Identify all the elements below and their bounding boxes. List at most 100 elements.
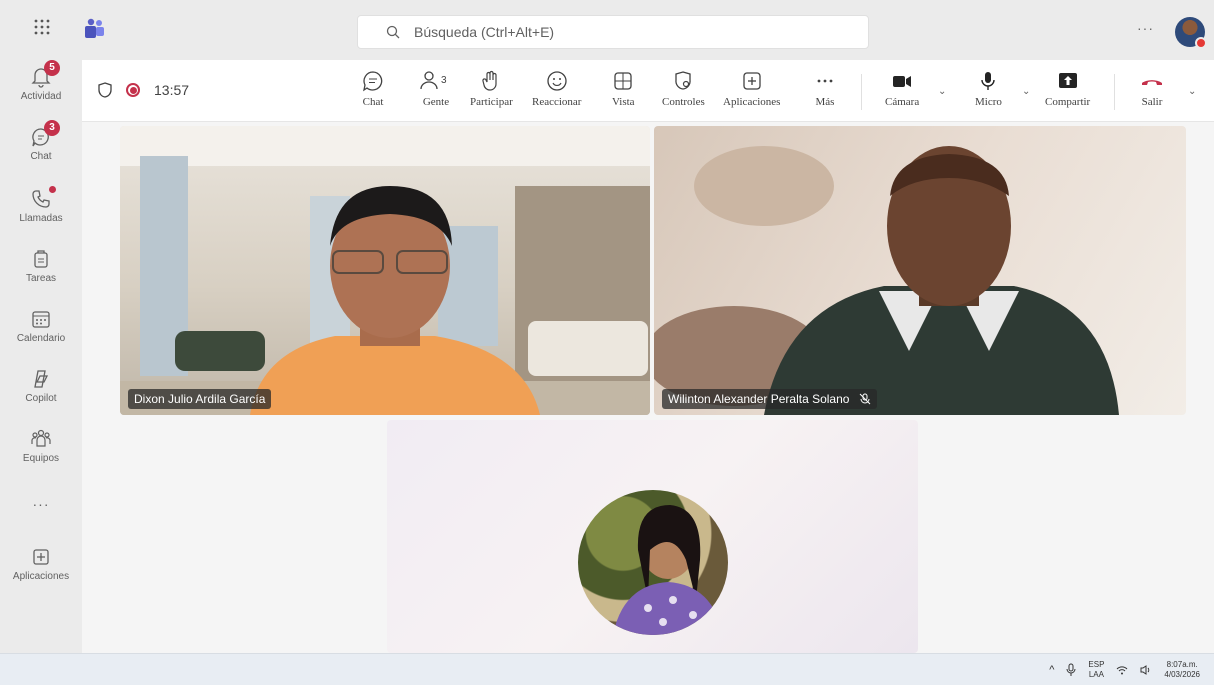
search-placeholder: Búsqueda (Ctrl+Alt+E): [414, 24, 555, 40]
rail-label: Chat: [30, 151, 52, 162]
calls-notification-dot: [49, 186, 56, 193]
participant-video-2: [654, 146, 1119, 415]
rail-item-activity[interactable]: 5 Actividad: [0, 60, 82, 102]
people-count: 3: [441, 75, 447, 86]
mic-button[interactable]: Micro: [975, 70, 1002, 108]
camera-button[interactable]: Cámara: [885, 70, 919, 108]
participant-name: Dixon Julio Ardila García: [134, 392, 266, 406]
app-launcher-icon[interactable]: [30, 18, 54, 42]
settings-more-button[interactable]: ···: [1137, 20, 1154, 36]
os-taskbar: ^ ESP LAA 8:07a.m. 4/03/2026: [0, 653, 1214, 685]
meeting-status: 13:57: [98, 82, 189, 98]
share-label: Compartir: [1045, 96, 1091, 108]
phone-icon: [30, 186, 56, 210]
wifi-icon[interactable]: [1116, 665, 1128, 675]
chat-label: Chat: [362, 96, 384, 108]
people-button[interactable]: 3 Gente: [419, 70, 453, 108]
rail-item-teams[interactable]: Equipos: [0, 428, 82, 464]
rail-label: Tareas: [25, 273, 56, 284]
toolbar-divider: [1114, 74, 1115, 110]
rail-item-calls[interactable]: Llamadas: [0, 186, 82, 224]
rail-label: Llamadas: [19, 213, 63, 224]
rail-label: Equipos: [22, 453, 60, 464]
smiley-icon: [532, 70, 581, 92]
rail-label: Actividad: [20, 91, 62, 102]
participant-video-1: [120, 126, 650, 415]
clock-time: 8:07a.m.: [1166, 660, 1198, 669]
video-tile-1[interactable]: Dixon Julio Ardila García: [120, 126, 650, 415]
clock-date: 4/03/2026: [1164, 670, 1200, 679]
volume-icon[interactable]: [1140, 665, 1152, 675]
mic-label: Micro: [975, 96, 1002, 108]
rail-item-tasks[interactable]: Tareas: [0, 248, 82, 284]
apps-button[interactable]: Aplicaciones: [723, 70, 780, 108]
meeting-timer: 13:57: [154, 82, 190, 98]
hang-up-icon: [1140, 70, 1164, 92]
mic-muted-icon: [860, 393, 871, 405]
chat-icon: [362, 70, 384, 92]
profile-avatar[interactable]: [1175, 17, 1207, 49]
more-label: Más: [815, 96, 835, 108]
raise-label: Participar: [470, 96, 513, 108]
video-tile-2[interactable]: Wilinton Alexander Peralta Solano: [654, 126, 1186, 415]
participant-name-tag: Dixon Julio Ardila García: [128, 389, 272, 409]
search-input[interactable]: Búsqueda (Ctrl+Alt+E): [357, 15, 869, 49]
share-screen-icon: [1045, 70, 1090, 92]
video-stage: Dixon Julio Ardila García Wilinton Alexa…: [82, 122, 1214, 653]
shield-gear-icon: [662, 70, 705, 92]
chat-badge: 3: [44, 120, 60, 136]
camera-options-chevron-icon[interactable]: ⌄: [938, 86, 946, 97]
controls-label: Controles: [662, 96, 705, 108]
apps-label: Aplicaciones: [723, 96, 781, 108]
copilot-icon: [30, 368, 52, 390]
microphone-icon: [975, 70, 1002, 92]
rail-label: Aplicaciones: [12, 571, 70, 582]
rail-label: Calendario: [16, 333, 66, 344]
share-button[interactable]: Compartir: [1045, 70, 1090, 108]
react-label: Reaccionar: [532, 96, 582, 108]
hand-icon: [470, 70, 513, 92]
chevron-up-icon[interactable]: ^: [1049, 664, 1054, 676]
title-bar: Búsqueda (Ctrl+Alt+E) ···: [0, 0, 1214, 60]
add-app-icon: [723, 70, 780, 92]
controls-button[interactable]: Controles: [662, 70, 705, 108]
mic-options-chevron-icon[interactable]: ⌄: [1022, 86, 1030, 97]
view-button[interactable]: Vista: [612, 70, 635, 108]
people-icon: 3: [419, 70, 453, 92]
bell-icon: 5: [30, 60, 60, 88]
search-icon: [386, 25, 400, 39]
chat-icon: 3: [30, 120, 60, 148]
recording-icon: [126, 83, 140, 97]
camera-label: Cámara: [885, 96, 920, 108]
language-indicator[interactable]: ESP LAA: [1088, 660, 1104, 680]
rail-item-calendar[interactable]: Calendario: [0, 308, 82, 344]
meeting-toolbar: 13:57 Chat 3 Gente Participar Reaccionar…: [82, 60, 1214, 122]
status-busy-icon: [1195, 37, 1207, 49]
rail-item-copilot[interactable]: Copilot: [0, 368, 82, 404]
view-label: Vista: [612, 96, 635, 108]
chat-button[interactable]: Chat: [362, 70, 384, 108]
raise-hand-button[interactable]: Participar: [470, 70, 513, 108]
more-button[interactable]: Más: [814, 70, 836, 108]
rail-item-chat[interactable]: 3 Chat: [0, 120, 82, 162]
keyboard-layout: LAA: [1088, 670, 1104, 679]
calendar-icon: [30, 308, 52, 330]
activity-badge: 5: [44, 60, 60, 76]
rail-more-label: ···: [32, 496, 50, 512]
rail-label: Copilot: [25, 393, 57, 404]
clock[interactable]: 8:07a.m. 4/03/2026: [1164, 660, 1200, 680]
leave-button[interactable]: Salir: [1140, 70, 1164, 108]
react-button[interactable]: Reaccionar: [532, 70, 581, 108]
rail-item-apps[interactable]: Aplicaciones: [0, 546, 82, 582]
participant-name: Wilinton Alexander Peralta Solano: [668, 392, 850, 406]
participant-name-tag: Wilinton Alexander Peralta Solano: [662, 389, 878, 409]
video-tile-3[interactable]: [387, 420, 918, 653]
microphone-tray-icon[interactable]: [1066, 663, 1076, 677]
teams-logo-icon: [84, 18, 108, 42]
rail-more-button[interactable]: ···: [0, 496, 82, 512]
people-label: Gente: [422, 96, 450, 108]
leave-options-chevron-icon[interactable]: ⌄: [1188, 86, 1196, 97]
camera-icon: [885, 70, 919, 92]
apps-icon: [30, 546, 52, 568]
toolbar-divider: [861, 74, 862, 110]
